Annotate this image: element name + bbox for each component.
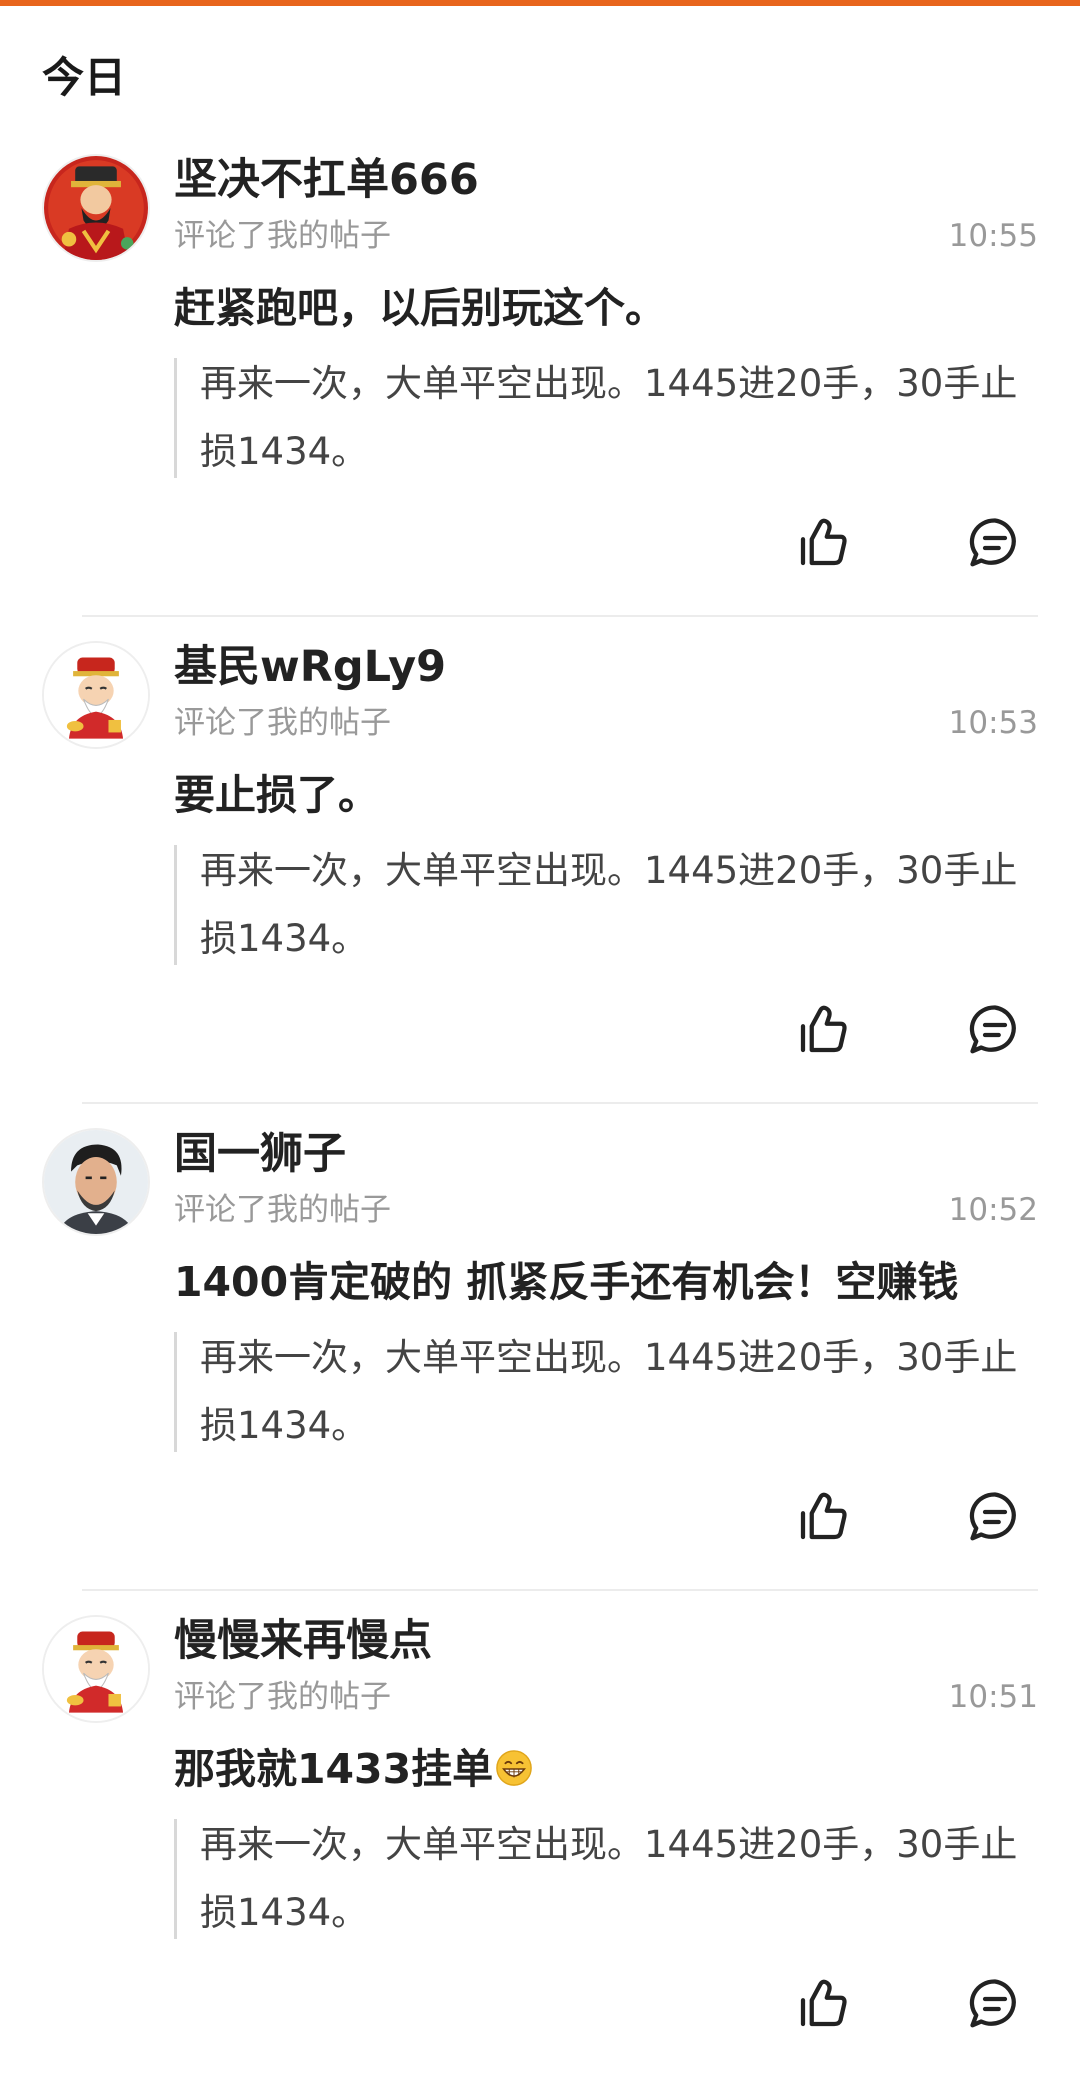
- notification-item[interactable]: 基民wRgLy9 评论了我的帖子 10:53 要止损了。 再来一次，大单平空出现…: [0, 637, 1080, 1124]
- notification-item[interactable]: 慢慢来再慢点 评论了我的帖子 10:51 那我就1433挂单 再来一次，大单平空…: [0, 1611, 1080, 2098]
- avatar[interactable]: [42, 154, 150, 262]
- reply-button[interactable]: [965, 513, 1025, 573]
- action-text: 评论了我的帖子: [174, 1192, 391, 1228]
- top-accent-bar: [0, 0, 1080, 6]
- comment-bubble-icon: [969, 1492, 1016, 1541]
- quoted-post-text: 再来一次，大单平空出现。1445进20手，30手止损1434。: [200, 849, 1018, 960]
- quoted-post[interactable]: 再来一次，大单平空出现。1445进20手，30手止损1434。: [174, 358, 1034, 478]
- man-portrait-avatar-icon: [44, 1130, 148, 1234]
- fortune-god-avatar-icon: [44, 156, 148, 260]
- like-button[interactable]: [793, 1974, 853, 2034]
- username[interactable]: 坚决不扛单666: [174, 150, 479, 210]
- cartoon-fortune-avatar-icon: [44, 643, 148, 747]
- comment-bubble-icon: [969, 518, 1016, 567]
- reply-button[interactable]: [965, 1000, 1025, 1060]
- thumbs-up-icon: [800, 1492, 847, 1540]
- like-button[interactable]: [793, 1000, 853, 1060]
- comment-text[interactable]: 赶紧跑吧，以后别玩这个。: [174, 278, 666, 338]
- reply-button[interactable]: [965, 1974, 1025, 2034]
- avatar[interactable]: [42, 1615, 150, 1723]
- comment-bubble-icon: [969, 1005, 1016, 1054]
- thumbs-up-icon: [800, 1005, 847, 1053]
- action-text: 评论了我的帖子: [174, 218, 391, 254]
- action-text: 评论了我的帖子: [174, 1679, 391, 1715]
- timestamp: 10:53: [948, 705, 1038, 741]
- comment-text[interactable]: 1400肯定破的 抓紧反手还有机会！空赚钱: [174, 1252, 958, 1312]
- reply-button[interactable]: [965, 1487, 1025, 1547]
- timestamp: 10:52: [948, 1192, 1038, 1228]
- quoted-post-text: 再来一次，大单平空出现。1445进20手，30手止损1434。: [200, 362, 1018, 473]
- quoted-post[interactable]: 再来一次，大单平空出现。1445进20手，30手止损1434。: [174, 845, 1034, 965]
- comment-bubble-icon: [969, 1979, 1016, 2028]
- quoted-post[interactable]: 再来一次，大单平空出现。1445进20手，30手止损1434。: [174, 1332, 1034, 1452]
- divider: [82, 615, 1038, 617]
- timestamp: 10:55: [948, 218, 1038, 254]
- like-button[interactable]: [793, 1487, 853, 1547]
- divider: [82, 1589, 1038, 1591]
- avatar[interactable]: [42, 1128, 150, 1236]
- quoted-post[interactable]: 再来一次，大单平空出现。1445进20手，30手止损1434。: [174, 1819, 1034, 1939]
- comment-text[interactable]: 要止损了。: [174, 765, 379, 825]
- quoted-post-text: 再来一次，大单平空出现。1445进20手，30手止损1434。: [200, 1823, 1018, 1934]
- comment-text-content: 那我就1433挂单: [174, 1745, 494, 1793]
- divider: [82, 1102, 1038, 1104]
- timestamp: 10:51: [948, 1679, 1038, 1715]
- thumbs-up-icon: [800, 518, 847, 566]
- like-button[interactable]: [793, 513, 853, 573]
- username[interactable]: 基民wRgLy9: [174, 637, 446, 697]
- section-title-today: 今日: [42, 53, 127, 102]
- notification-item[interactable]: 坚决不扛单666 评论了我的帖子 10:55 赶紧跑吧，以后别玩这个。 再来一次…: [0, 150, 1080, 637]
- grinning-face-emoji-icon: [496, 1750, 532, 1786]
- action-text: 评论了我的帖子: [174, 705, 391, 741]
- notification-item[interactable]: 国一狮子 评论了我的帖子 10:52 1400肯定破的 抓紧反手还有机会！空赚钱…: [0, 1124, 1080, 1611]
- avatar[interactable]: [42, 641, 150, 749]
- username[interactable]: 国一狮子: [174, 1124, 346, 1184]
- username[interactable]: 慢慢来再慢点: [174, 1611, 432, 1671]
- comment-text[interactable]: 那我就1433挂单: [174, 1739, 533, 1799]
- thumbs-up-icon: [800, 1979, 847, 2027]
- cartoon-fortune-avatar-icon: [44, 1617, 148, 1721]
- quoted-post-text: 再来一次，大单平空出现。1445进20手，30手止损1434。: [200, 1336, 1018, 1447]
